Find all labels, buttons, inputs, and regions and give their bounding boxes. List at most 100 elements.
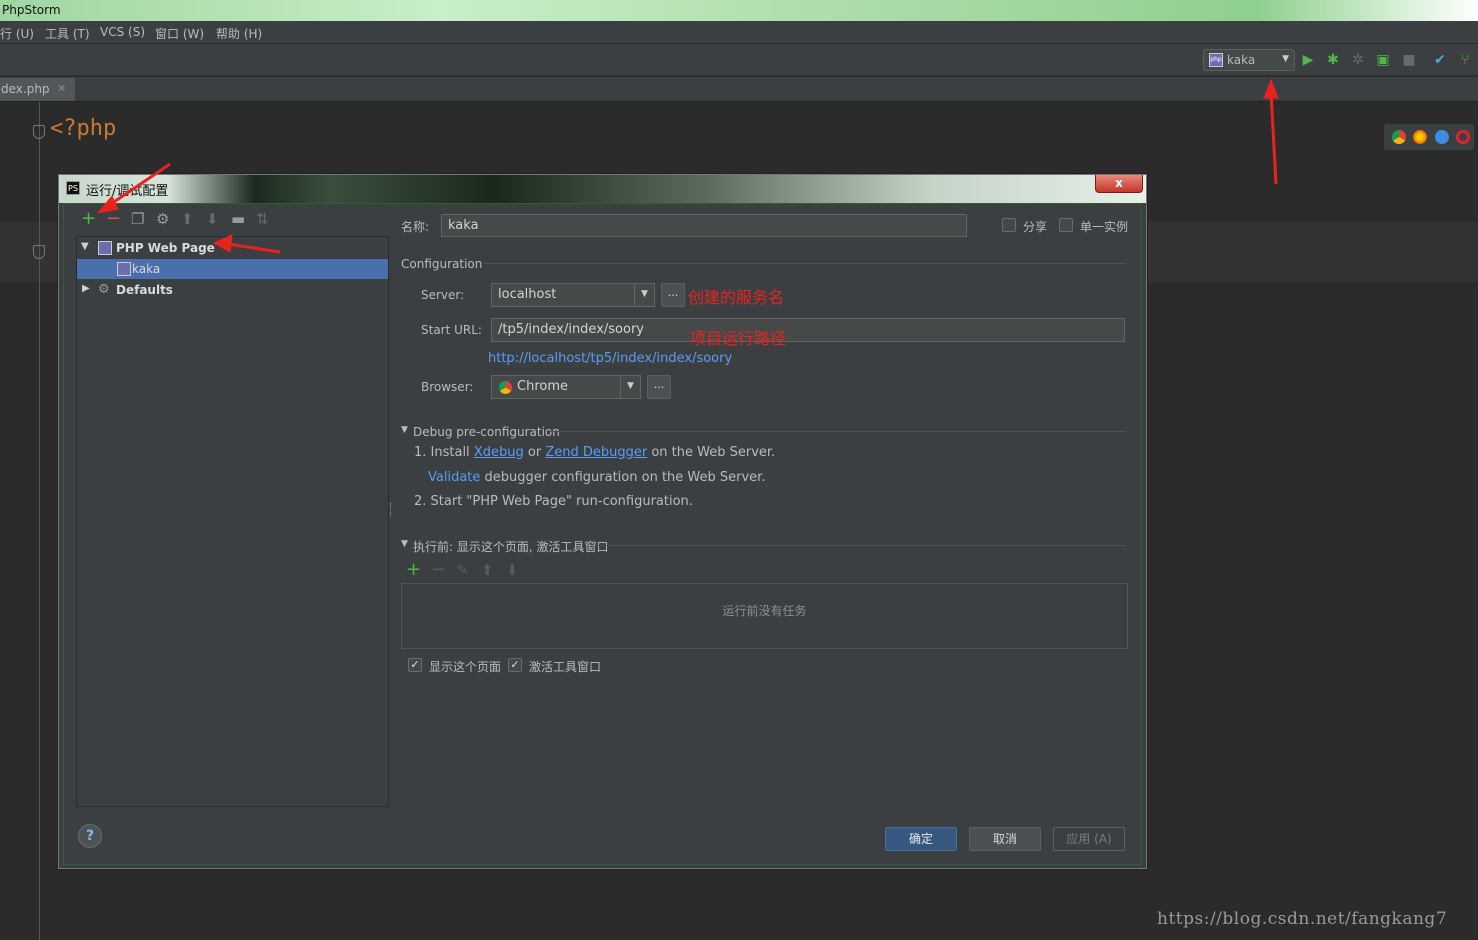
dialog-close-button[interactable]: x [1095,175,1143,193]
menu-help[interactable]: 帮助 (H) [216,25,262,42]
before-launch-section-title[interactable]: 执行前: 显示这个页面, 激活工具窗口 [413,538,609,555]
name-input-value: kaka [448,218,479,233]
edit-task-icon[interactable]: ✎ [456,562,469,578]
debug-step1-prefix: 1. Install [414,445,470,460]
edit-defaults-icon[interactable]: ⚙ [156,211,169,227]
debug-validate-line: Validate debugger configuration on the W… [428,470,765,485]
opera-icon[interactable] [1456,130,1470,144]
run-config-selector[interactable]: php kaka ▼ [1203,49,1295,71]
firefox-icon[interactable] [1413,130,1427,144]
server-select-value: localhost [498,287,557,302]
folder-icon[interactable]: ▬ [231,211,245,227]
tree-group-php-web-page[interactable]: ▼ PHP Web Page [77,238,388,258]
menu-window[interactable]: 窗口 (W) [155,25,204,42]
remove-task-icon[interactable]: − [431,561,446,579]
stop-icon[interactable]: ■ [1401,52,1417,68]
window-title: PhpStorm [2,3,61,17]
menu-run[interactable]: 行 (U) [0,25,34,42]
annotation-url-note: 项目运行路径 [690,329,787,348]
tree-item-kaka[interactable]: kaka [77,259,388,279]
chevron-down-icon: ▼ [620,376,640,398]
browser-select-value: Chrome [517,379,568,394]
collapse-down-icon[interactable]: ▼ [401,539,408,549]
watermark: https://blog.csdn.net/fangkang7 [1157,909,1448,929]
browser-browse-button[interactable]: ... [647,375,671,399]
server-browse-button[interactable]: ... [661,283,685,307]
help-button[interactable]: ? [78,824,102,848]
php-web-page-icon [98,241,112,255]
safari-icon[interactable] [1435,130,1449,144]
name-input[interactable]: kaka [441,214,967,237]
share-checkbox[interactable] [1002,218,1016,232]
start-url-value: /tp5/index/index/soory [498,322,644,337]
vcs-update-icon[interactable]: ✔ [1432,52,1448,68]
editor-gutter [39,102,40,940]
before-launch-task-list[interactable]: 运行前没有任务 [401,583,1128,649]
browser-preview-bar [1384,124,1474,150]
chevron-down-icon: ▼ [1282,54,1289,64]
debug-step1-suffix: on the Web Server. [651,445,776,460]
dialog-title-bar: PS 运行/调试配置 x [59,175,1146,203]
or-text: or [527,445,542,460]
move-down-icon[interactable]: ⬇ [506,562,519,578]
separator [483,263,1126,264]
chevron-down-icon: ▼ [634,284,654,306]
validate-link[interactable]: Validate [428,470,480,485]
config-tree[interactable]: ▼ PHP Web Page kaka ▶ ⚙ Defaults [76,236,389,807]
no-tasks-text: 运行前没有任务 [722,604,807,618]
activate-tool-window-checkbox[interactable]: ✓ [508,658,522,672]
server-select[interactable]: localhost ▼ [491,283,655,307]
phpstorm-logo-icon: PS [66,181,80,195]
remove-icon[interactable]: − [106,210,121,228]
vcs-branch-icon[interactable]: ⑂ [1457,52,1473,68]
collapse-down-icon[interactable]: ▼ [401,425,408,435]
move-down-icon[interactable]: ⬇ [206,211,219,227]
fold-icon[interactable] [33,245,45,259]
copy-icon[interactable]: ❐ [131,211,144,227]
apply-button[interactable]: 应用 (A) [1053,827,1125,851]
coverage-icon[interactable]: ✲ [1350,52,1366,68]
start-url-input[interactable]: /tp5/index/index/soory [491,318,1125,342]
menu-bar: 行 (U) 工具 (T) VCS (S) 窗口 (W) 帮助 (H) [0,21,1478,44]
zend-debugger-link[interactable]: Zend Debugger [545,445,647,460]
menu-vcs[interactable]: VCS (S) [100,25,145,39]
menu-tools[interactable]: 工具 (T) [45,25,90,42]
share-label: 分享 [1023,220,1048,234]
debug-step-2: 2. Start "PHP Web Page" run-configuratio… [414,494,693,509]
current-line-highlight [0,222,58,282]
single-instance-label: 单一实例 [1080,220,1129,234]
profile-icon[interactable]: ▣ [1375,52,1391,68]
show-page-checkbox[interactable]: ✓ [408,658,422,672]
code-php-open-tag: <?php [50,116,117,141]
add-icon[interactable]: + [81,210,96,228]
move-up-icon[interactable]: ⬆ [181,211,194,227]
ok-button[interactable]: 确定 [885,827,957,851]
run-icon[interactable]: ▶ [1300,52,1316,68]
single-instance-checkbox[interactable] [1059,218,1073,232]
close-icon[interactable]: ✕ [57,82,66,95]
debug-icon[interactable]: ✱ [1325,52,1341,68]
chrome-icon [499,381,512,394]
resolved-url-link[interactable]: http://localhost/tp5/index/index/soory [488,351,732,366]
expand-down-icon[interactable]: ▼ [81,241,89,252]
wrench-icon: ⚙ [98,282,110,297]
sort-icon[interactable]: ⇅ [256,211,269,227]
editor-tab-index-php[interactable]: dex.php ✕ [0,78,75,101]
fold-icon[interactable] [33,125,45,139]
name-label: 名称: [401,220,430,234]
expand-right-icon[interactable]: ▶ [82,283,90,294]
validate-suffix: debugger configuration on the Web Server… [484,470,766,485]
move-up-icon[interactable]: ⬆ [481,562,494,578]
xdebug-link[interactable]: Xdebug [474,445,524,460]
splitter-handle[interactable] [390,503,393,517]
dialog-title: 运行/调试配置 [86,184,169,199]
php-web-page-icon: php [1209,53,1223,67]
add-task-icon[interactable]: + [406,561,421,579]
debug-section-title[interactable]: Debug pre-configuration [413,425,560,439]
chrome-icon[interactable] [1392,130,1406,144]
editor-tab-label: dex.php [1,82,50,96]
cancel-button[interactable]: 取消 [969,827,1041,851]
browser-select[interactable]: Chrome ▼ [491,375,641,399]
tree-group-defaults[interactable]: ▶ ⚙ Defaults [77,280,388,300]
tree-group-label: PHP Web Page [116,241,215,255]
